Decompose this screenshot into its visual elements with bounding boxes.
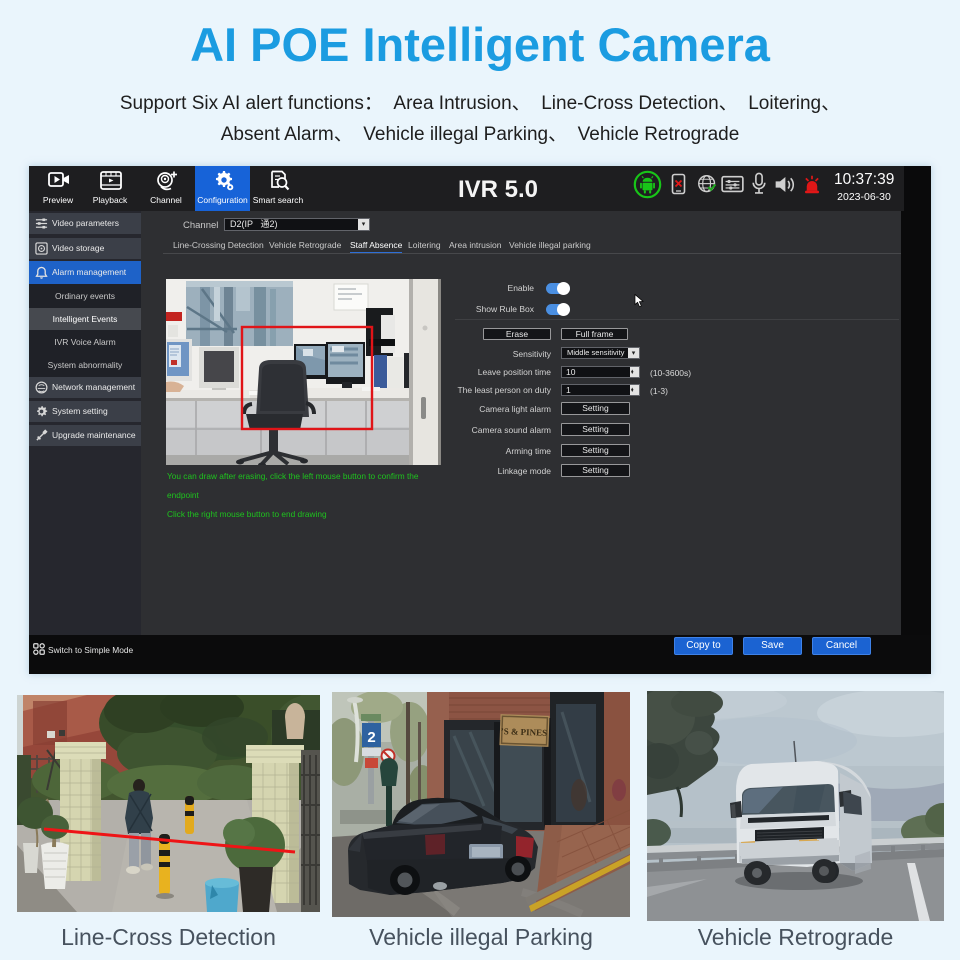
svg-text:2: 2 <box>367 729 375 746</box>
svg-text:’S & PINES: ’S & PINES <box>501 726 548 738</box>
